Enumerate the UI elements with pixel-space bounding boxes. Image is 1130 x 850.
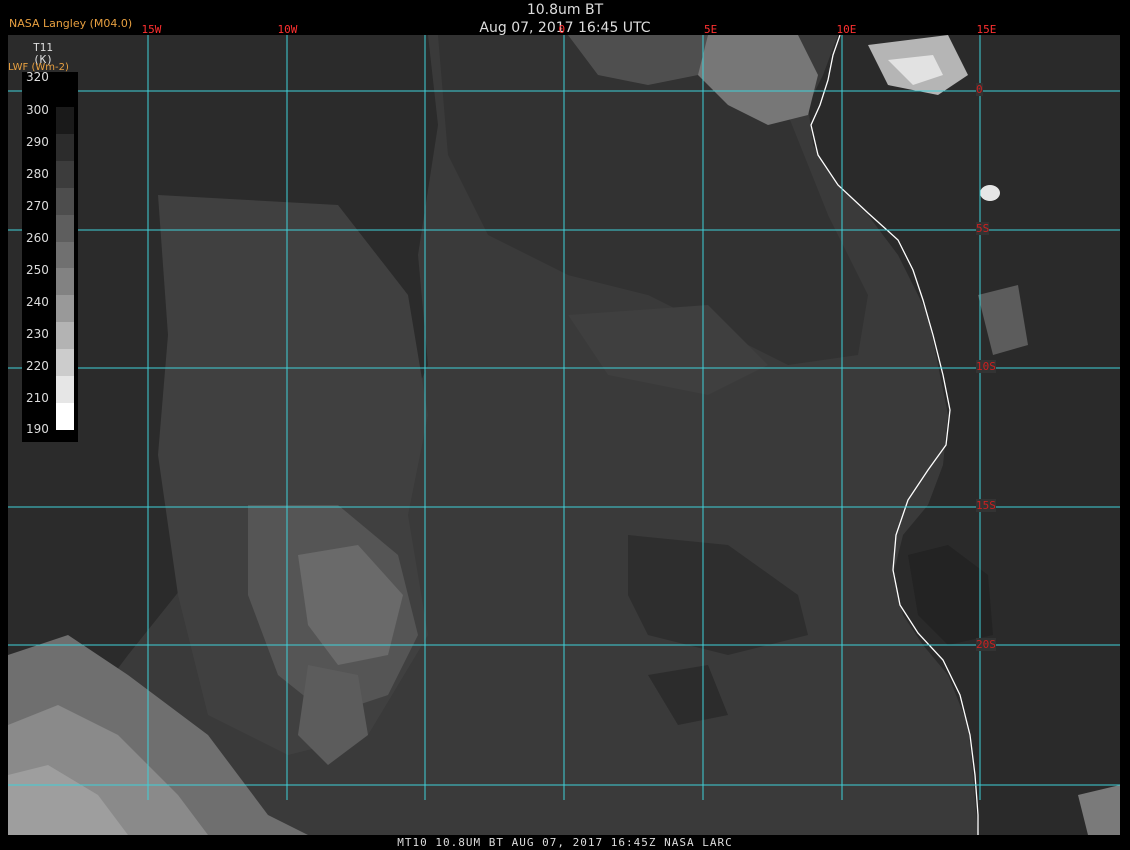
legend-swatch [56,160,74,188]
legend-tick-label: 320 [26,70,49,84]
legend-tick-label: 190 [26,422,49,436]
satellite-imagery-svg [8,35,1120,835]
longitude-label: 10W [277,23,298,36]
legend-tick-label: 290 [26,135,49,149]
longitude-label: 5E [704,23,718,36]
legend-swatch [56,80,74,107]
legend-tick-label: 230 [26,327,49,341]
legend-swatch [56,133,74,161]
latitude-label: 5S [976,222,990,235]
legend-tick-label: 280 [26,167,49,181]
latitude-label: 20S [976,638,996,651]
legend-swatch [56,268,74,296]
legend-swatch [56,214,74,242]
legend-tick-label: 250 [26,263,49,277]
satellite-image [8,35,1120,835]
map-title: 10.8um BT [526,2,604,18]
latitude-label: 0 [976,83,983,96]
legend-swatch [56,403,74,431]
longitude-label: 15E [976,23,997,36]
legend-swatch [56,376,74,404]
longitude-label: 0 [558,23,566,36]
legend-tick-label: 220 [26,359,49,373]
legend-tick-label: 240 [26,295,49,309]
legend-tick-label: 260 [26,231,49,245]
legend-swatch [56,349,74,377]
legend-swatch [56,322,74,350]
legend-tick-label: 210 [26,391,49,405]
footer-caption: MT10 10.8UM BT AUG 07, 2017 16:45Z NASA … [397,836,733,849]
legend-tick-label: 300 [26,103,49,117]
latitude-label: 15S [976,499,996,512]
longitude-label: 10E [836,23,857,36]
latitude-label: 10S [976,360,996,373]
legend-swatch [56,295,74,323]
provider-label: NASA Langley (M04.0) [9,17,133,30]
longitude-label: 15W [141,23,162,36]
legend-swatch [56,106,74,134]
legend-tick-label: 270 [26,199,49,213]
legend-swatch [56,187,74,215]
legend-swatch [56,241,74,269]
